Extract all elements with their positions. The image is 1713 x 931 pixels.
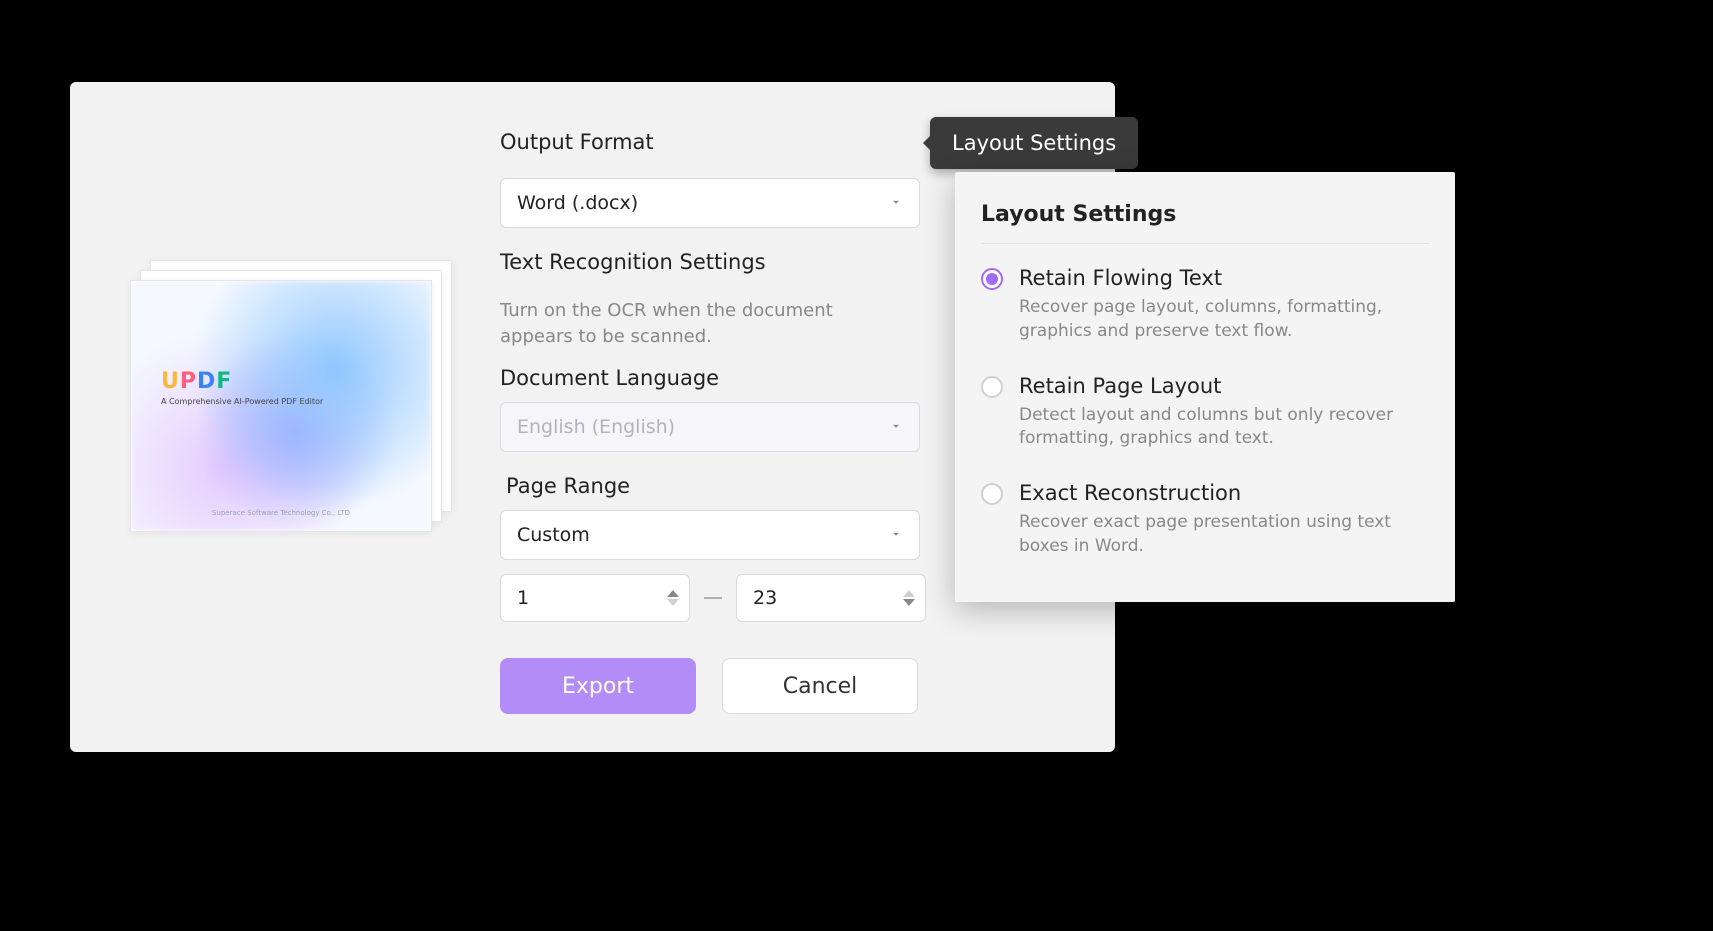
layout-option-desc: Recover exact page presentation using te…: [1019, 511, 1429, 559]
tooltip-text: Layout Settings: [952, 131, 1116, 155]
preview-footer: Superace Software Technology Co., LTD: [131, 509, 431, 517]
stepper-icon[interactable]: [667, 590, 679, 606]
cancel-button-label: Cancel: [783, 674, 858, 699]
preview-gradient: [131, 281, 431, 531]
page-range-mode-select[interactable]: Custom: [500, 510, 920, 560]
page-from-input[interactable]: 1: [500, 574, 690, 622]
layout-option-retain-flowing-text[interactable]: Retain Flowing Text Recover page layout,…: [981, 266, 1429, 344]
export-button-label: Export: [562, 674, 634, 699]
preview-column: UPDF A Comprehensive AI-Powered PDF Edit…: [70, 82, 500, 752]
brand-letter: F: [216, 369, 232, 394]
layout-settings-panel: Layout Settings Retain Flowing Text Reco…: [955, 172, 1455, 602]
chevron-down-icon: [889, 416, 903, 438]
radio-icon: [981, 376, 1003, 398]
layout-option-title: Retain Flowing Text: [1019, 266, 1429, 290]
layout-option-title: Retain Page Layout: [1019, 374, 1429, 398]
layout-option-desc: Detect layout and columns but only recov…: [1019, 404, 1429, 452]
output-format-select[interactable]: Word (.docx): [500, 178, 920, 228]
preview-brand-block: UPDF A Comprehensive AI-Powered PDF Edit…: [161, 369, 323, 406]
language-select[interactable]: English (English): [500, 402, 920, 452]
ocr-hint: Turn on the OCR when the document appear…: [500, 298, 910, 350]
layout-option-desc: Recover page layout, columns, formatting…: [1019, 296, 1429, 344]
language-value: English (English): [517, 416, 675, 438]
preview-subtitle: A Comprehensive AI-Powered PDF Editor: [161, 397, 323, 406]
brand-letter: D: [197, 369, 216, 394]
preview-page-front: UPDF A Comprehensive AI-Powered PDF Edit…: [130, 280, 432, 532]
layout-option-title: Exact Reconstruction: [1019, 481, 1429, 505]
layout-option-retain-page-layout[interactable]: Retain Page Layout Detect layout and col…: [981, 374, 1429, 452]
output-format-value: Word (.docx): [517, 192, 638, 214]
brand-letter: U: [161, 369, 180, 394]
document-preview: UPDF A Comprehensive AI-Powered PDF Edit…: [130, 260, 440, 530]
radio-icon: [981, 483, 1003, 505]
chevron-down-icon: [889, 192, 903, 214]
range-dash: [704, 597, 722, 599]
cancel-button[interactable]: Cancel: [722, 658, 918, 714]
stepper-icon[interactable]: [903, 590, 915, 606]
preview-brand: UPDF: [161, 369, 323, 394]
radio-icon: [981, 268, 1003, 290]
divider: [981, 243, 1429, 244]
page-range-mode-value: Custom: [517, 524, 590, 546]
layout-option-exact-reconstruction[interactable]: Exact Reconstruction Recover exact page …: [981, 481, 1429, 559]
output-format-label: Output Format: [500, 130, 654, 154]
page-from-value: 1: [517, 587, 529, 609]
layout-panel-title: Layout Settings: [981, 202, 1429, 227]
brand-letter: P: [180, 369, 197, 394]
page-to-input[interactable]: 23: [736, 574, 926, 622]
chevron-down-icon: [889, 524, 903, 546]
export-button[interactable]: Export: [500, 658, 696, 714]
page-to-value: 23: [753, 587, 777, 609]
layout-settings-tooltip: Layout Settings: [930, 117, 1138, 169]
ocr-label: Text Recognition Settings: [500, 250, 766, 274]
